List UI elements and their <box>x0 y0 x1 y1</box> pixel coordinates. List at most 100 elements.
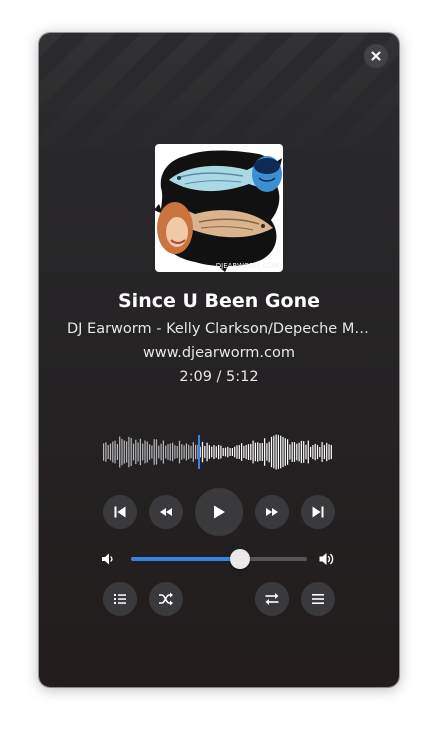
waveform-bar <box>126 441 128 463</box>
shuffle-button[interactable] <box>149 582 183 616</box>
waveform-bar <box>224 447 227 457</box>
waveform-bar <box>314 443 316 461</box>
waveform-bar <box>109 443 112 461</box>
waveform-bar <box>165 445 167 459</box>
menu-icon <box>312 594 324 604</box>
close-button[interactable] <box>364 44 388 68</box>
waveform-bar <box>123 440 125 464</box>
waveform-bar <box>172 442 174 462</box>
waveform-bar <box>305 444 307 460</box>
volume-high-icon[interactable] <box>318 550 336 568</box>
waveform-bar <box>300 440 302 464</box>
waveform-bar <box>273 435 275 469</box>
volume-slider[interactable] <box>131 549 307 569</box>
waveform-bar <box>287 439 289 465</box>
track-artist: DJ Earworm - Kelly Clarkson/Depeche Mo..… <box>67 321 371 337</box>
waveform-bar <box>227 446 229 458</box>
waveform-bar <box>130 438 132 466</box>
waveform-bar <box>160 443 162 461</box>
fast-forward-button[interactable] <box>255 495 289 529</box>
waveform-bar <box>254 442 256 462</box>
volume-slider-knob[interactable] <box>230 549 251 569</box>
track-time: 2:09 / 5:12 <box>179 369 259 385</box>
rewind-button[interactable] <box>149 495 183 529</box>
waveform-bar <box>142 443 144 461</box>
waveform-bar <box>155 439 158 465</box>
waveform-bar <box>326 442 328 462</box>
waveform-bar <box>236 445 238 459</box>
repeat-button[interactable] <box>255 582 289 616</box>
play-button[interactable] <box>195 488 243 536</box>
waveform-bar <box>284 438 286 466</box>
waveform-bar <box>229 448 231 456</box>
waveform-bar <box>107 445 109 459</box>
waveform-bar <box>268 441 270 463</box>
waveform-bar <box>259 443 261 461</box>
track-title: Since U Been Gone <box>118 290 320 312</box>
playback-position-marker <box>198 435 200 469</box>
waveform-bar <box>298 442 300 462</box>
waveform-bar <box>321 442 323 462</box>
waveform-bar <box>241 443 243 461</box>
waveform-bar <box>312 445 314 460</box>
waveform-bar <box>158 445 160 459</box>
waveform-bar <box>293 442 296 462</box>
waveform-bar <box>247 444 250 460</box>
waveform-bar <box>135 439 137 465</box>
waveform-bar <box>307 440 309 464</box>
waveform-bar <box>119 436 121 468</box>
waveform-bar <box>206 442 208 462</box>
waveform-bar <box>192 442 194 462</box>
track-album: www.djearworm.com <box>143 345 295 361</box>
volume-slider-fill <box>131 557 241 561</box>
previous-track-button[interactable] <box>103 495 137 529</box>
waveform-bar <box>162 440 164 464</box>
waveform-bar <box>316 444 319 460</box>
waveform-bar <box>208 445 210 459</box>
waveform-bar <box>144 440 146 464</box>
rewind-icon <box>160 508 172 516</box>
next-track-button[interactable] <box>301 495 335 529</box>
fast-forward-icon <box>266 508 278 516</box>
waveform-bar <box>121 438 123 466</box>
close-icon <box>371 51 381 61</box>
waveform-bar <box>183 445 185 459</box>
waveform-bar <box>252 440 254 464</box>
skip-next-icon <box>312 506 324 518</box>
waveform-bar <box>231 448 233 456</box>
waveform-bar <box>234 446 236 458</box>
cover-watermark: DJEARWORM.COM <box>216 262 279 270</box>
waveform-bar <box>261 443 263 461</box>
waveform-bar <box>149 444 151 460</box>
menu-button[interactable] <box>301 582 335 616</box>
volume-low-icon[interactable] <box>100 551 116 567</box>
waveform-bar <box>176 445 178 459</box>
waveform-bar <box>105 442 107 462</box>
play-icon <box>214 505 225 519</box>
waveform-bar <box>167 444 169 460</box>
waveform-bar <box>211 446 213 458</box>
waveform-bar <box>213 445 215 459</box>
waveform-bar <box>238 445 240 459</box>
waveform-bar <box>169 443 171 461</box>
waveform-bar <box>264 438 266 466</box>
waveform-bar <box>146 441 148 463</box>
waveform-bar <box>296 443 298 461</box>
waveform-bar <box>215 446 217 458</box>
waveform-bar <box>303 441 305 463</box>
waveform-bar <box>319 447 321 458</box>
waveform-bar <box>250 443 252 461</box>
waveform-bar <box>270 436 273 468</box>
waveform-bar <box>174 445 176 459</box>
waveform-bar <box>201 441 204 463</box>
waveform-seekbar[interactable] <box>103 433 333 471</box>
waveform-bar <box>103 443 105 461</box>
player-window: DJEARWORM.COM Since U Been Gone DJ Earwo… <box>39 33 399 687</box>
skip-previous-icon <box>114 506 126 518</box>
waveform-bar <box>181 444 183 460</box>
waveform-bar <box>245 444 247 460</box>
waveform-bar <box>114 440 116 464</box>
waveform-bar <box>280 435 282 469</box>
playlist-button[interactable] <box>103 582 137 616</box>
waveform-bar <box>266 443 268 461</box>
